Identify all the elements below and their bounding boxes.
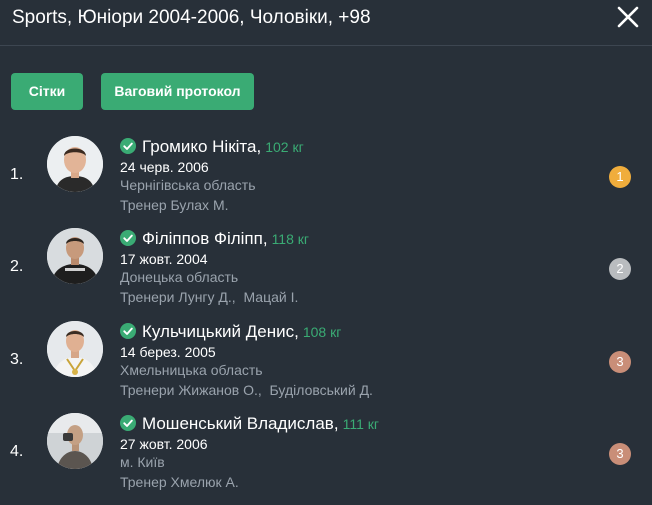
athlete-region: Хмельницька область [120,362,263,378]
athlete-row[interactable]: 2. Філіппов Філіпп, 118 кг 17 жовт. 2004 … [0,228,652,320]
close-button[interactable] [614,3,642,31]
athlete-coach: Тренери Жижанов О., Буділовський Д. [120,382,373,398]
medal-badge: 2 [609,258,631,280]
modal-header: Sports, Юніори 2004-2006, Чоловіки, +98 [0,0,652,46]
athlete-weight: 111 кг [342,416,379,432]
medal-badge: 3 [609,443,631,465]
avatar [47,413,103,469]
verified-check-icon [120,415,136,431]
avatar [47,136,103,192]
athlete-dob: 24 черв. 2006 [120,159,209,175]
athlete-weight: 118 кг [271,231,310,247]
place-number: 3. [10,351,24,368]
athlete-coach: Тренери Лунгу Д., Мацай І. [120,289,299,305]
athlete-name[interactable]: Філіппов Філіпп [142,229,263,248]
avatar [47,228,103,284]
verified-check-icon [120,323,136,339]
athlete-dob: 17 жовт. 2004 [120,251,208,267]
athlete-weight: 102 кг [265,139,304,155]
athlete-name[interactable]: Мошенський Владислав [142,414,334,433]
athlete-name[interactable]: Громико Нікіта [142,137,256,156]
athlete-region: Донецька область [120,269,239,285]
grids-button[interactable]: Сітки [11,73,83,110]
close-icon [617,6,639,28]
athlete-region: Чернігівська область [120,177,256,193]
athlete-dob: 27 жовт. 2006 [120,436,208,452]
athlete-row[interactable]: 1. Громико Нікіта, 102 кг 24 черв. 2006 Ч… [0,136,652,228]
athlete-row[interactable]: 4. Мошенський Владислав, 111 кг 27 жовт. … [0,413,652,505]
athlete-coach: Тренер Булах М. [120,197,229,213]
medal-badge: 3 [609,351,631,373]
place-number: 2. [10,258,24,275]
place-number: 4. [10,443,24,460]
avatar [47,321,103,377]
athlete-region: м. Київ [120,454,165,470]
athlete-coach: Тренер Хмелюк А. [120,474,239,490]
place-number: 1. [10,166,24,183]
weigh-in-protocol-button[interactable]: Ваговий протокол [101,73,254,110]
athlete-row[interactable]: 3. Кульчицький Денис, 108 кг 14 берез. 20… [0,321,652,413]
verified-check-icon [120,138,136,154]
verified-check-icon [120,230,136,246]
page-title: Sports, Юніори 2004-2006, Чоловіки, +98 [12,7,371,28]
athlete-weight: 108 кг [302,324,342,340]
athlete-name[interactable]: Кульчицький Денис [142,322,294,341]
athlete-dob: 14 берез. 2005 [120,344,216,360]
medal-badge: 1 [609,166,631,188]
